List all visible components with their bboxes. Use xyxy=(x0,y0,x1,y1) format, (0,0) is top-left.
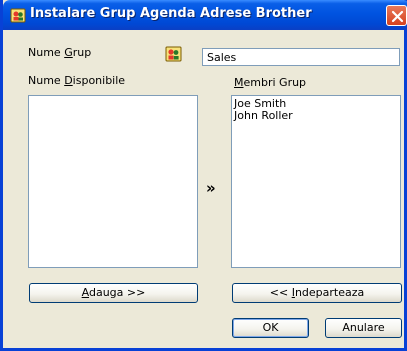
ok-button[interactable]: OK xyxy=(232,318,309,338)
dialog-window: Instalare Grup Agenda Adrese Brother Num… xyxy=(0,0,407,351)
add-button[interactable]: Adauga >> xyxy=(29,283,198,303)
remove-button[interactable]: << Indeparteaza xyxy=(232,283,402,303)
available-names-label: Nume Disponibile xyxy=(28,74,126,87)
group-members-label: Membri Grup xyxy=(234,76,307,89)
group-name-input[interactable]: Sales xyxy=(202,48,400,66)
window-title: Instalare Grup Agenda Adrese Brother xyxy=(30,6,312,21)
transfer-arrow-icon: » xyxy=(206,179,216,197)
group-name-label: Nume Grup xyxy=(28,46,92,59)
address-book-people-icon xyxy=(10,7,26,23)
close-button[interactable] xyxy=(386,5,407,26)
cancel-button[interactable]: Anulare xyxy=(325,318,402,338)
list-item[interactable]: John Roller xyxy=(232,110,400,122)
close-x-icon xyxy=(391,10,404,23)
group-people-icon xyxy=(165,45,182,62)
group-members-list[interactable]: Joe Smith John Roller xyxy=(231,95,401,268)
available-names-list[interactable] xyxy=(28,95,198,268)
title-bar[interactable]: Instalare Grup Agenda Adrese Brother xyxy=(3,0,407,30)
